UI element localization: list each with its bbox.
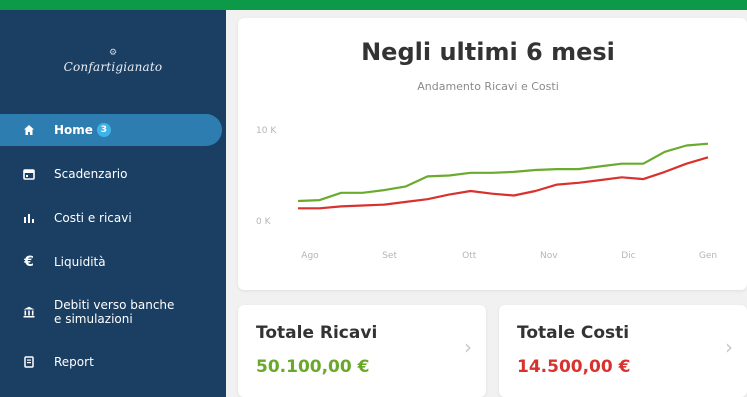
- x-tick-label: Ago: [301, 251, 319, 261]
- sidebar-item-report[interactable]: Report: [0, 346, 226, 378]
- sidebar-item-label: Liquidità: [54, 255, 106, 269]
- totale-ricavi-card[interactable]: Totale Ricavi 50.100,00 € ›: [238, 305, 486, 397]
- x-tick-label: Set: [382, 251, 397, 261]
- logo-text: Confartigianato: [63, 60, 163, 74]
- ricavi-series-line: [297, 142, 709, 203]
- totale-costi-card[interactable]: Totale Costi 14.500,00 € ›: [499, 305, 747, 397]
- totale-ricavi-value: 50.100,00 €: [256, 357, 370, 377]
- logo[interactable]: ⚙ Confartigianato: [0, 48, 226, 74]
- sidebar-item-home[interactable]: Home 3: [0, 114, 222, 146]
- sidebar: ⚙ Confartigianato Home 3 Scadenzario Cost…: [0, 10, 226, 397]
- sidebar-item-debiti[interactable]: Debiti verso banche e simulazioni: [0, 290, 226, 334]
- sidebar-item-label: Debiti verso banche e simulazioni: [54, 298, 174, 326]
- bank-icon: [22, 305, 36, 319]
- notification-badge: 3: [96, 123, 111, 138]
- sidebar-item-scadenzario[interactable]: Scadenzario: [0, 158, 226, 190]
- sidebar-item-label: Home 3: [54, 123, 111, 138]
- totale-ricavi-label: Totale Ricavi: [256, 323, 378, 343]
- home-icon: [22, 123, 36, 137]
- sidebar-item-label-line2: e simulazioni: [54, 312, 133, 326]
- report-icon: [22, 355, 36, 369]
- totale-costi-label: Totale Costi: [517, 323, 630, 343]
- bar-chart-icon: [22, 211, 36, 225]
- logo-mark: ⚙: [108, 48, 118, 58]
- x-tick-label: Gen: [699, 251, 717, 261]
- sidebar-item-label-line1: Debiti verso banche: [54, 298, 175, 312]
- x-tick-label: Ott: [462, 251, 477, 261]
- sidebar-item-liquidita[interactable]: € Liquidità: [0, 246, 226, 278]
- y-tick-label: 0 K: [256, 217, 272, 227]
- totale-costi-value: 14.500,00 €: [517, 357, 631, 377]
- sidebar-item-label: Costi e ricavi: [54, 211, 132, 225]
- sidebar-nav: Home 3 Scadenzario Costi e ricavi € Liqui…: [0, 114, 226, 390]
- home-label: Home: [54, 122, 93, 137]
- euro-icon: €: [24, 254, 34, 270]
- sidebar-item-label: Report: [54, 355, 94, 369]
- chevron-right-icon: ›: [725, 335, 733, 359]
- sidebar-item-costi-ricavi[interactable]: Costi e ricavi: [0, 202, 226, 234]
- sidebar-item-label: Scadenzario: [54, 167, 128, 181]
- y-tick-label: 10 K: [256, 126, 277, 136]
- calendar-icon: [22, 167, 36, 181]
- line-chart: 0 K 10 K Ago Set Ott Nov Dic Gen: [256, 126, 717, 261]
- chevron-right-icon: ›: [464, 335, 472, 359]
- x-tick-label: Dic: [621, 251, 635, 261]
- x-tick-label: Nov: [540, 251, 558, 261]
- costi-series-line: [298, 156, 709, 210]
- chart-card: Negli ultimi 6 mesi Andamento Ricavi e C…: [238, 18, 747, 290]
- top-accent-bar: [0, 0, 747, 10]
